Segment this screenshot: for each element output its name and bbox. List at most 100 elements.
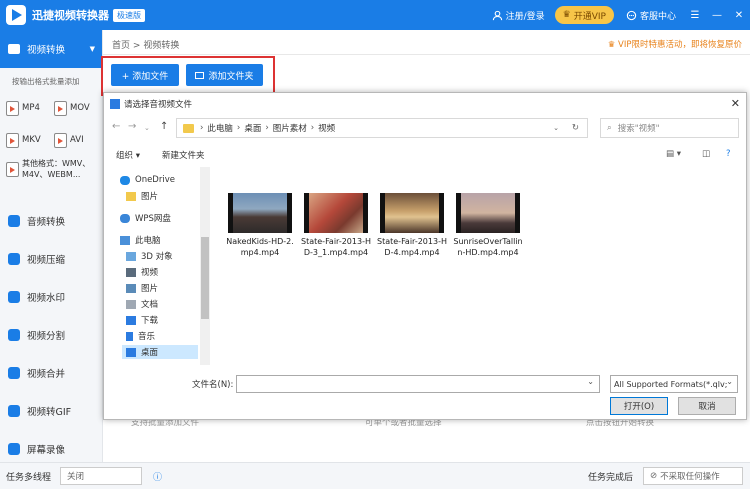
sidebar-item-video-convert[interactable]: 视频转换 ▼ — [0, 30, 102, 68]
menu-icon[interactable]: ☰ — [684, 10, 706, 21]
cube-icon — [126, 251, 136, 261]
view-options-icon[interactable]: ▤ ▾ — [666, 149, 681, 159]
navigation-tree: OneDrive 图片 WPS网盘 此电脑 3D 对象 视频 图片 文档 下载 … — [104, 167, 210, 365]
add-folder-button[interactable]: 添加文件夹 — [186, 64, 263, 86]
tree-item-desktop[interactable]: 桌面 — [122, 345, 198, 359]
breadcrumb-current: 视频转换 — [143, 41, 180, 51]
sidebar-item-video-compress[interactable]: 视频压缩 — [0, 240, 102, 278]
up-icon[interactable]: ↑ — [160, 121, 168, 132]
path-segment[interactable]: 此电脑 — [207, 122, 233, 134]
vip-button[interactable]: ♛ 开通VIP — [554, 6, 614, 24]
vip-icon: ♛ — [607, 40, 619, 50]
format-mov[interactable]: MOV — [54, 92, 102, 124]
breadcrumb: 首页 > 视频转换 — [112, 38, 179, 51]
multithread-select[interactable]: 关闭 — [60, 467, 142, 485]
picture-folder-icon — [126, 283, 136, 293]
open-button[interactable]: 打开(O) — [610, 397, 668, 415]
cloud-icon — [120, 213, 130, 223]
address-bar[interactable]: › 此电脑 › 桌面 › 图片素材 › 视频 ⌄ ↻ — [176, 118, 588, 138]
tree-item-wps[interactable]: WPS网盘 — [120, 211, 171, 225]
path-segment[interactable]: 视频 — [318, 122, 335, 134]
file-video-icon — [54, 100, 67, 116]
tree-item-pictures[interactable]: 图片 — [126, 189, 158, 203]
tree-item-downloads[interactable]: 下载 — [126, 313, 158, 327]
tree-item-music[interactable]: 音乐 — [126, 329, 155, 343]
service-center-link[interactable]: 客服中心 — [626, 9, 676, 22]
sidebar-item-video-split[interactable]: 视频分割 — [0, 316, 102, 354]
path-segment[interactable]: 桌面 — [244, 122, 261, 134]
tree-label: WPS网盘 — [135, 214, 171, 224]
minimize-icon[interactable]: — — [706, 10, 728, 21]
tree-item-onedrive[interactable]: OneDrive — [120, 173, 175, 187]
chevron-down-icon[interactable]: ⌄ — [144, 124, 150, 132]
tree-item-this-pc[interactable]: 此电脑 — [120, 233, 161, 247]
split-icon — [8, 329, 20, 341]
refresh-icon[interactable]: ↻ — [572, 123, 579, 133]
format-other[interactable]: 其他格式：WMV、 M4V、WEBM... — [0, 156, 102, 202]
file-item[interactable]: SunriseOverTallinn-HD.mp4.mp4 — [452, 193, 524, 258]
complete-select[interactable]: ⊘ 不采取任何操作 — [643, 467, 743, 485]
breadcrumb-separator: > — [132, 41, 141, 51]
file-type-select[interactable]: All Supported Formats(*.qlv; ⌄ — [610, 375, 738, 393]
help-icon[interactable]: ? — [726, 149, 731, 159]
file-item[interactable]: State-Fair-2013-HD-4.mp4.mp4 — [376, 193, 448, 258]
filename-input[interactable]: ⌄ — [236, 375, 600, 393]
open-label: 打开(O) — [623, 402, 655, 412]
chevron-down-icon[interactable]: ⌄ — [553, 124, 559, 132]
path-separator: › — [236, 123, 241, 133]
crown-icon: ♛ — [562, 10, 571, 20]
sidebar-item-label: 视频转换 — [27, 45, 66, 56]
path-segment[interactable]: 图片素材 — [273, 122, 307, 134]
format-mp4[interactable]: MP4 — [6, 92, 54, 124]
folder-icon — [195, 71, 205, 79]
cancel-label: 取消 — [698, 402, 716, 412]
new-folder-button[interactable]: 新建文件夹 — [162, 149, 205, 161]
watermark-icon — [8, 291, 20, 303]
tree-item-3d-objects[interactable]: 3D 对象 — [126, 249, 173, 263]
add-file-label: + 添加文件 — [121, 71, 169, 82]
other-format-line: 其他格式：WMV、 — [22, 159, 91, 168]
close-icon[interactable]: ✕ — [728, 10, 750, 21]
organize-button[interactable]: 组织 ▾ — [116, 149, 140, 161]
sidebar-item-video-merge[interactable]: 视频合并 — [0, 354, 102, 392]
add-file-button[interactable]: + 添加文件 — [111, 64, 179, 86]
sidebar-item-video-watermark[interactable]: 视频水印 — [0, 278, 102, 316]
navigation-bar: ← → ⌄ ↑ › 此电脑 › 桌面 › 图片素材 › 视频 ⌄ ↻ ⌕ 搜索"… — [104, 117, 746, 139]
dialog-title: 请选择音视频文件 — [124, 100, 193, 110]
gif-icon — [8, 405, 20, 417]
video-thumbnail — [380, 193, 444, 233]
close-icon[interactable]: ✕ — [731, 97, 740, 110]
promo-banner[interactable]: ♛ VIP限时特惠活动，即将恢复原价 — [608, 38, 742, 50]
tree-label: 图片 — [141, 284, 159, 294]
breadcrumb-home[interactable]: 首页 — [112, 41, 130, 51]
format-label: AVI — [70, 135, 84, 145]
chevron-down-icon[interactable]: ⌄ — [587, 377, 594, 386]
video-thumbnail — [456, 193, 520, 233]
file-item[interactable]: State-Fair-2013-HD-3_1.mp4.mp4 — [300, 193, 372, 258]
info-icon[interactable]: ⓘ — [153, 470, 162, 483]
scrollbar-thumb[interactable] — [201, 237, 209, 319]
tree-scrollbar[interactable] — [200, 167, 210, 365]
merge-icon — [8, 367, 20, 379]
back-icon[interactable]: ← — [112, 121, 120, 132]
cancel-button[interactable]: 取消 — [678, 397, 736, 415]
tree-item-videos[interactable]: 视频 — [126, 265, 158, 279]
no-action-icon: ⊘ — [650, 471, 658, 481]
forward-icon[interactable]: → — [128, 121, 136, 132]
login-link[interactable]: 注册/登录 — [492, 9, 545, 22]
sidebar-item-audio-convert[interactable]: 音频转换 — [0, 202, 102, 240]
sidebar-item-label: 音频转换 — [27, 217, 66, 228]
preview-pane-icon[interactable]: ◫ — [702, 149, 710, 159]
format-mkv[interactable]: MKV — [6, 124, 54, 156]
file-item[interactable]: NakedKids-HD-2.mp4.mp4 — [224, 193, 296, 258]
search-input[interactable]: ⌕ 搜索"视频" — [600, 118, 739, 138]
video-thumbnail — [228, 193, 292, 233]
music-icon — [8, 215, 20, 227]
tree-item-pictures-pc[interactable]: 图片 — [126, 281, 158, 295]
chat-icon — [626, 10, 637, 20]
format-avi[interactable]: AVI — [54, 124, 102, 156]
tree-label: 此电脑 — [135, 236, 161, 246]
file-video-icon — [6, 132, 19, 148]
sidebar-item-video-gif[interactable]: 视频转GIF — [0, 392, 102, 430]
tree-item-documents[interactable]: 文档 — [126, 297, 158, 311]
